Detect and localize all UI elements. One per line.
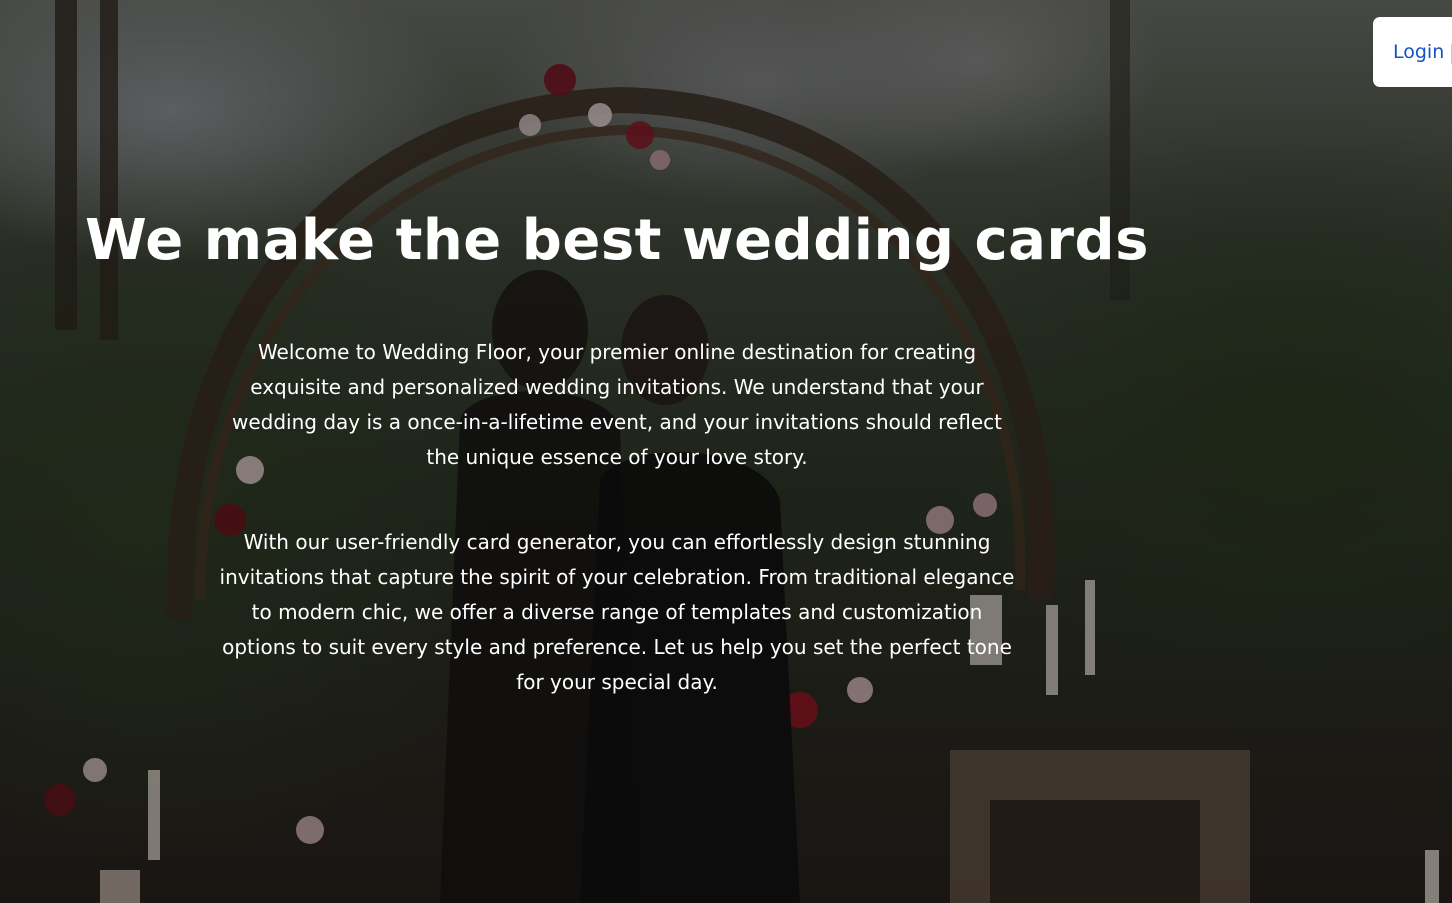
hero-paragraph-features: With our user-friendly card generator, y… xyxy=(219,530,1015,694)
login-link[interactable]: Login xyxy=(1393,41,1444,63)
hero-title: We make the best wedding cards xyxy=(85,208,1149,273)
hero-paragraph-intro: Welcome to Wedding Floor, your premier o… xyxy=(231,340,1003,469)
auth-menu: Login | xyxy=(1373,17,1452,87)
